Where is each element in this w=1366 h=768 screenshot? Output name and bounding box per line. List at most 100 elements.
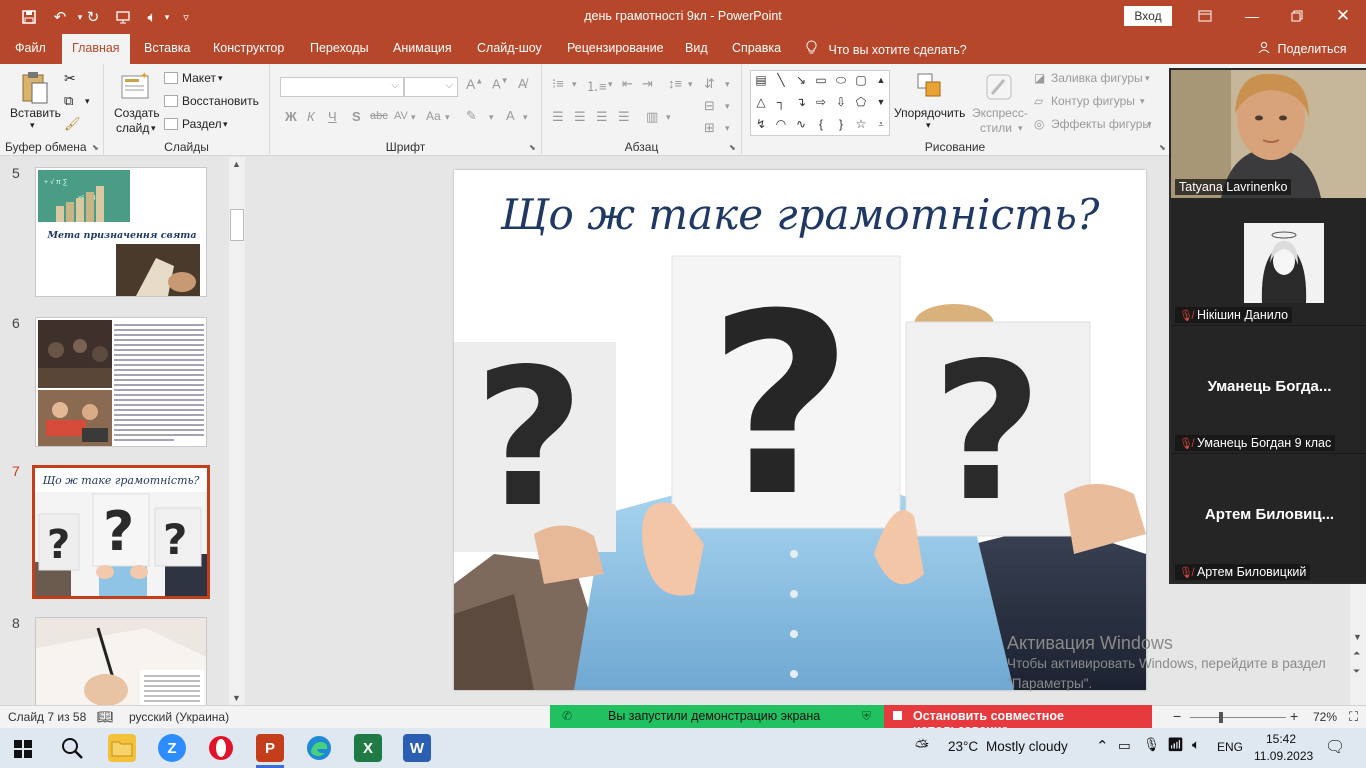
weather-temperature[interactable]: 23°C bbox=[948, 739, 978, 754]
scroll-down-icon[interactable]: ▼ bbox=[232, 693, 241, 703]
customize-qat-icon[interactable]: ▿ bbox=[176, 7, 196, 27]
tab-insert[interactable]: Вставка bbox=[144, 41, 190, 55]
thumbnails-scrollbar[interactable]: ▲ ▼ bbox=[229, 157, 245, 705]
restore-icon[interactable] bbox=[1285, 4, 1309, 28]
columns-icon[interactable]: ▥ bbox=[646, 109, 658, 125]
star-shape-icon[interactable]: ☆ bbox=[853, 117, 869, 131]
columns-dropdown-icon[interactable]: ▾ bbox=[666, 112, 671, 123]
shapes-gallery[interactable]: ▤ ╲ ↘ ▭ ⬭ ▢ △ ┐ ↴ ⇨ ⇩ ⬠ ↯ ◠ ∿ { } ☆ ▲ ▼ bbox=[750, 70, 890, 136]
undo-icon[interactable]: ↶ bbox=[50, 7, 70, 27]
new-slide-button[interactable]: Создать bbox=[114, 106, 160, 120]
scroll-up-icon[interactable]: ▲ bbox=[232, 159, 241, 169]
increase-indent-icon[interactable]: ⇥ bbox=[642, 76, 653, 92]
previous-slide-icon[interactable]: ⏶ bbox=[1353, 648, 1360, 659]
slide-thumbnail-5[interactable]: + √ π ∑x² = 4 Мета призначення свята bbox=[35, 167, 207, 297]
volume-icon[interactable]: 🔈︎ bbox=[1192, 737, 1200, 753]
numbering-dropdown-icon[interactable]: ▾ bbox=[608, 79, 613, 90]
participant-tile[interactable]: Артем Биловиц... 🎙︎̸ Артем Биловицкий bbox=[1171, 454, 1366, 582]
fit-to-window-icon[interactable]: ⛶ bbox=[1349, 709, 1358, 725]
tab-design[interactable]: Конструктор bbox=[213, 41, 284, 55]
save-icon[interactable] bbox=[19, 7, 39, 27]
share-button[interactable]: Поделиться bbox=[1258, 41, 1347, 56]
battery-icon[interactable]: ▭ bbox=[1118, 738, 1131, 754]
clock-date[interactable]: 11.09.2023 bbox=[1254, 749, 1313, 763]
next-slide-icon[interactable]: ⏷ bbox=[1353, 666, 1360, 677]
highlight-dropdown-icon[interactable]: ▾ bbox=[489, 112, 494, 123]
shape-effects-button[interactable]: Эффекты фигуры bbox=[1051, 117, 1151, 131]
tell-me-search[interactable]: Что вы хотите сделать? bbox=[806, 40, 967, 57]
input-language[interactable]: ENG bbox=[1217, 740, 1243, 754]
close-icon[interactable]: ✕ bbox=[1331, 4, 1355, 28]
align-text-icon[interactable]: ⊟ bbox=[704, 98, 715, 114]
freeform-shape-icon[interactable]: ↯ bbox=[753, 117, 769, 131]
decrease-indent-icon[interactable]: ⇤ bbox=[622, 76, 633, 92]
minimize-icon[interactable]: — bbox=[1240, 4, 1264, 28]
new-slide-button-line2[interactable]: слайд bbox=[116, 121, 149, 135]
stop-sharing-button[interactable]: Остановить совместное использование bbox=[884, 705, 1152, 737]
font-size-combo[interactable]: ⌵ bbox=[404, 77, 458, 97]
copy-dropdown-icon[interactable]: ▾ bbox=[85, 96, 90, 107]
zoom-app-icon[interactable]: Z bbox=[158, 734, 186, 762]
align-left-icon[interactable]: ☰ bbox=[552, 109, 564, 125]
paste-button[interactable]: Вставить bbox=[10, 106, 61, 120]
scroll-thumb[interactable] bbox=[230, 209, 244, 241]
char-spacing-dropdown-icon[interactable]: ▾ bbox=[411, 112, 416, 123]
scroll-down-icon[interactable]: ▼ bbox=[1353, 632, 1362, 642]
zoom-out-button[interactable]: − bbox=[1173, 708, 1181, 724]
excel-icon[interactable]: X bbox=[354, 734, 382, 762]
zoom-slider-thumb[interactable] bbox=[1219, 712, 1223, 723]
slide-thumbnail-7[interactable]: Що ж таке грамотність? ? ? ? bbox=[32, 465, 210, 599]
rounded-rect-shape-icon[interactable]: ▢ bbox=[853, 73, 869, 87]
slide-title[interactable]: Що ж таке грамотність? bbox=[454, 190, 1146, 239]
file-explorer-icon[interactable] bbox=[108, 734, 136, 762]
gallery-more-icon[interactable]: ⩡ bbox=[873, 117, 889, 131]
arrange-button[interactable]: Упорядочить bbox=[894, 106, 965, 120]
zoom-in-button[interactable]: + bbox=[1290, 708, 1298, 724]
textbox-shape-icon[interactable]: ▤ bbox=[753, 73, 769, 87]
paste-dropdown-icon[interactable]: ▾ bbox=[30, 120, 35, 131]
justify-icon[interactable]: ☰ bbox=[618, 109, 630, 125]
quick-styles-icon[interactable] bbox=[984, 72, 1014, 102]
paragraph-launcher-icon[interactable]: ⬊ bbox=[729, 143, 736, 152]
tab-help[interactable]: Справка bbox=[732, 41, 781, 55]
clear-formatting-icon[interactable]: A̸ bbox=[518, 76, 527, 91]
change-case-button[interactable]: Aa bbox=[426, 109, 441, 123]
arrange-dropdown-icon[interactable]: ▾ bbox=[926, 120, 931, 131]
participant-tile[interactable]: Уманець Богда... 🎙︎̸ Уманець Богдан 9 кла… bbox=[1171, 326, 1366, 454]
participant-tile[interactable]: Tatyana Lavrinenko bbox=[1171, 70, 1366, 198]
tab-animations[interactable]: Анимация bbox=[393, 41, 452, 55]
tab-slideshow[interactable]: Слайд-шоу bbox=[477, 41, 542, 55]
section-dropdown-icon[interactable]: ▾ bbox=[223, 119, 228, 130]
layout-dropdown-icon[interactable]: ▾ bbox=[218, 73, 223, 84]
ribbon-display-options-icon[interactable] bbox=[1193, 4, 1217, 28]
elbow-arrow-shape-icon[interactable]: ↴ bbox=[793, 95, 809, 109]
oval-shape-icon[interactable]: ⬭ bbox=[833, 73, 849, 87]
redo-icon[interactable]: ↻ bbox=[83, 7, 103, 27]
weather-cloud-icon[interactable]: ⛅︎ bbox=[915, 737, 929, 757]
align-center-icon[interactable]: ☰ bbox=[574, 109, 586, 125]
elbow-connector-shape-icon[interactable]: ┐ bbox=[773, 95, 789, 109]
opera-icon[interactable] bbox=[207, 734, 235, 762]
edge-icon[interactable] bbox=[305, 734, 333, 762]
weather-description[interactable]: Mostly cloudy bbox=[986, 739, 1068, 754]
clock-time[interactable]: 15:42 bbox=[1266, 732, 1296, 746]
wifi-icon[interactable]: 📶︎ bbox=[1167, 737, 1184, 753]
paste-icon[interactable] bbox=[20, 70, 50, 106]
powerpoint-icon[interactable]: P bbox=[256, 734, 284, 762]
layout-button[interactable]: Макет bbox=[182, 71, 216, 85]
line-shape-icon[interactable]: ╲ bbox=[773, 73, 789, 87]
section-button[interactable]: Раздел bbox=[182, 117, 222, 131]
shape-outline-dropdown-icon[interactable]: ▾ bbox=[1140, 96, 1145, 107]
tab-file[interactable]: Файл bbox=[15, 41, 46, 55]
font-color-dropdown-icon[interactable]: ▾ bbox=[523, 112, 528, 123]
question-people-image[interactable]: ? ? ? bbox=[454, 254, 1146, 690]
smartart-dropdown-icon[interactable]: ▾ bbox=[725, 123, 730, 134]
language-indicator[interactable]: русский (Украина) bbox=[129, 710, 229, 724]
change-case-dropdown-icon[interactable]: ▾ bbox=[445, 112, 450, 123]
rectangle-shape-icon[interactable]: ▭ bbox=[813, 73, 829, 87]
gallery-up-icon[interactable]: ▲ bbox=[873, 73, 889, 87]
shrink-font-icon[interactable]: A▼ bbox=[492, 76, 509, 91]
right-brace-shape-icon[interactable]: } bbox=[833, 117, 849, 131]
microphone-icon[interactable]: 🎙︎ bbox=[1143, 737, 1160, 753]
pentagon-shape-icon[interactable]: ⬠ bbox=[853, 95, 869, 109]
